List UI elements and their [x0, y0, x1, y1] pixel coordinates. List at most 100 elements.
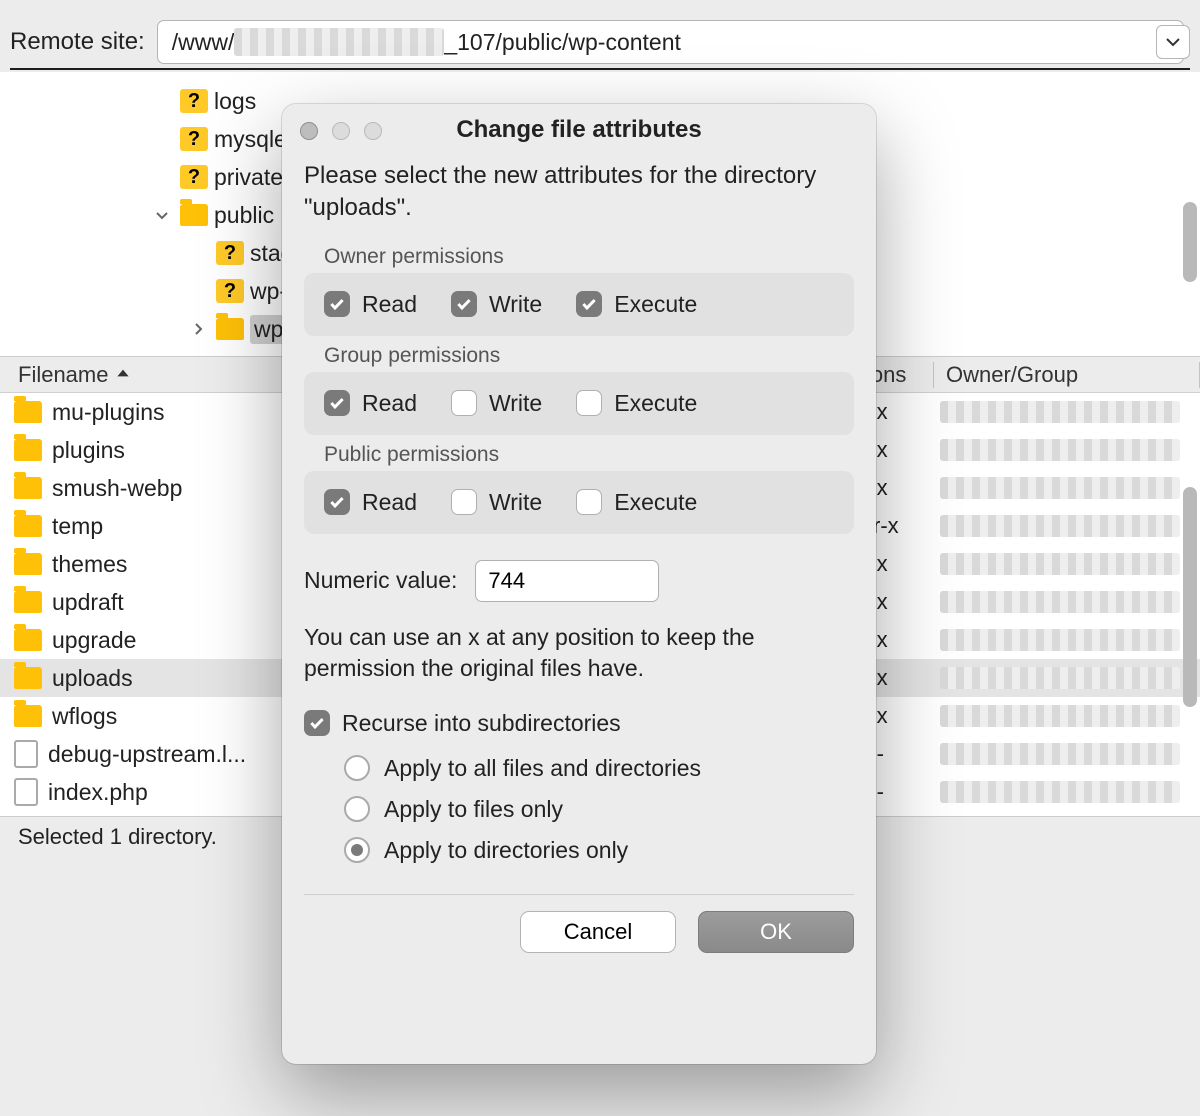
numeric-value-input[interactable] — [475, 560, 659, 602]
perm-execute-label: Execute — [614, 390, 697, 417]
perm-execute-option: Execute — [576, 291, 697, 318]
file-name: uploads — [52, 665, 133, 692]
folder-icon — [180, 204, 208, 226]
unknown-folder-icon: ? — [216, 241, 244, 265]
sort-ascending-icon — [114, 362, 132, 388]
recurse-option[interactable]: Apply to all files and directories — [344, 755, 854, 782]
perm-read-checkbox[interactable] — [324, 489, 350, 515]
perm-write-label: Write — [489, 489, 542, 516]
perm-write-checkbox[interactable] — [451, 291, 477, 317]
folder-icon — [14, 667, 42, 689]
perm-read-label: Read — [362, 291, 417, 318]
folder-icon — [14, 401, 42, 423]
folder-icon — [14, 705, 42, 727]
zoom-window-button[interactable] — [364, 122, 382, 140]
perm-group-title: Owner permissions — [324, 245, 854, 269]
tree-scrollbar[interactable] — [1183, 202, 1197, 282]
folder-icon — [216, 318, 244, 340]
perm-write-label: Write — [489, 291, 542, 318]
recurse-option[interactable]: Apply to files only — [344, 796, 854, 823]
folder-icon — [14, 439, 42, 461]
status-text: Selected 1 directory. — [18, 824, 217, 850]
owner-redacted — [940, 705, 1180, 727]
tree-item-label: logs — [214, 88, 256, 115]
owner-redacted — [940, 781, 1180, 803]
file-name: updraft — [52, 589, 124, 616]
owner-redacted — [940, 743, 1180, 765]
file-name: index.php — [48, 779, 148, 806]
owner-redacted — [940, 477, 1180, 499]
recurse-option-label: Apply to files only — [384, 796, 563, 823]
recurse-option[interactable]: Apply to directories only — [344, 837, 854, 864]
chevron-right-icon[interactable] — [186, 317, 210, 341]
owner-redacted — [940, 401, 1180, 423]
unknown-folder-icon: ? — [180, 127, 208, 151]
perm-execute-option: Execute — [576, 390, 697, 417]
path-dropdown-button[interactable] — [1156, 25, 1190, 59]
radio-button[interactable] — [344, 755, 370, 781]
owner-redacted — [940, 667, 1180, 689]
unknown-folder-icon: ? — [216, 279, 244, 303]
recurse-checkbox[interactable] — [304, 710, 330, 736]
column-owner-group[interactable]: Owner/Group — [934, 362, 1200, 388]
perm-group: Read Write Execute — [304, 471, 854, 534]
change-attributes-dialog: Change file attributes Please select the… — [282, 104, 876, 1064]
perm-group-title: Group permissions — [324, 344, 854, 368]
folder-icon — [14, 515, 42, 537]
radio-button[interactable] — [344, 796, 370, 822]
tree-item-label: public — [214, 202, 274, 229]
folder-icon — [14, 477, 42, 499]
file-list-scrollbar[interactable] — [1183, 487, 1197, 707]
minimize-window-button[interactable] — [332, 122, 350, 140]
file-name: mu-plugins — [52, 399, 165, 426]
perm-group: Read Write Execute — [304, 372, 854, 435]
file-name: wflogs — [52, 703, 117, 730]
close-window-button[interactable] — [300, 122, 318, 140]
perm-execute-label: Execute — [614, 489, 697, 516]
recurse-label: Recurse into subdirectories — [342, 710, 621, 737]
chevron-down-icon — [1165, 34, 1181, 50]
perm-execute-checkbox[interactable] — [576, 489, 602, 515]
column-filename-label: Filename — [18, 362, 108, 388]
path-prefix: /www/ — [172, 29, 235, 56]
remote-site-label: Remote site: — [10, 28, 145, 56]
perm-write-option: Write — [451, 390, 542, 417]
folder-icon — [14, 629, 42, 651]
folder-icon — [14, 553, 42, 575]
unknown-folder-icon: ? — [180, 89, 208, 113]
perm-read-checkbox[interactable] — [324, 390, 350, 416]
perm-read-label: Read — [362, 489, 417, 516]
perm-write-checkbox[interactable] — [451, 489, 477, 515]
owner-redacted — [940, 439, 1180, 461]
perm-execute-checkbox[interactable] — [576, 291, 602, 317]
recurse-option-label: Apply to all files and directories — [384, 755, 701, 782]
perm-execute-option: Execute — [576, 489, 697, 516]
owner-redacted — [940, 553, 1180, 575]
owner-redacted — [940, 629, 1180, 651]
perm-read-option: Read — [324, 291, 417, 318]
perm-read-label: Read — [362, 390, 417, 417]
perm-read-option: Read — [324, 489, 417, 516]
numeric-help-text: You can use an x at any position to keep… — [304, 622, 854, 684]
file-name: upgrade — [52, 627, 136, 654]
remote-site-path-field[interactable]: /www/ _107/public/wp-content — [157, 20, 1184, 64]
file-name: temp — [52, 513, 103, 540]
radio-button[interactable] — [344, 837, 370, 863]
owner-redacted — [940, 515, 1180, 537]
perm-write-checkbox[interactable] — [451, 390, 477, 416]
owner-redacted — [940, 591, 1180, 613]
chevron-down-icon[interactable] — [150, 203, 174, 227]
file-name: themes — [52, 551, 127, 578]
perm-execute-checkbox[interactable] — [576, 390, 602, 416]
file-name: plugins — [52, 437, 125, 464]
dialog-titlebar: Change file attributes — [282, 104, 876, 156]
cancel-button[interactable]: Cancel — [520, 911, 676, 953]
ok-button[interactable]: OK — [698, 911, 854, 953]
perm-group: Read Write Execute — [304, 273, 854, 336]
perm-execute-label: Execute — [614, 291, 697, 318]
numeric-value-label: Numeric value: — [304, 567, 457, 594]
perm-read-checkbox[interactable] — [324, 291, 350, 317]
folder-icon — [14, 591, 42, 613]
file-icon — [14, 778, 38, 806]
tree-item-label: private — [214, 164, 283, 191]
